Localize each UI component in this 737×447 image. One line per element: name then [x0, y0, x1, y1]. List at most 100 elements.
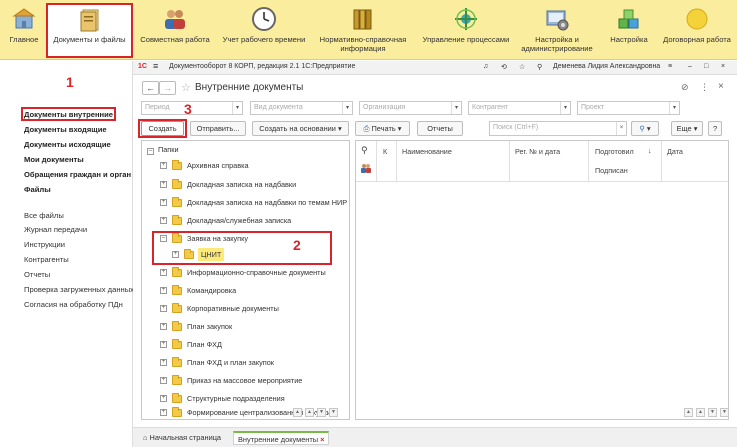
attachment-icon[interactable]: ⚲ — [361, 145, 368, 156]
tree-root-label[interactable]: Папки — [158, 144, 179, 156]
scroll-down-button[interactable]: ▼ — [708, 408, 717, 417]
sort-down-icon[interactable]: ↓ — [648, 146, 652, 155]
nav-item-outgoing-docs[interactable]: Документы исходящие — [24, 140, 111, 149]
send-button[interactable]: Отправить... — [190, 121, 246, 136]
tree-folder[interactable]: + План ФХД — [142, 339, 342, 351]
collapse-icon[interactable]: – — [160, 235, 167, 242]
contractor-field[interactable]: Контрагент ▾ — [468, 101, 571, 115]
column-header-reg[interactable]: Рег. № и дата — [515, 147, 560, 156]
organization-field[interactable]: Организация ▾ — [359, 101, 462, 115]
expand-icon[interactable]: + — [160, 217, 167, 224]
chevron-down-icon[interactable]: ▾ — [560, 102, 570, 114]
tree-folder[interactable]: + План закупок — [142, 321, 342, 333]
tree-folder[interactable]: + Командировка — [142, 285, 342, 297]
create-button[interactable]: Создать — [141, 121, 184, 136]
section-settings[interactable]: Настройка — [604, 0, 654, 60]
expand-icon[interactable]: + — [160, 287, 167, 294]
nav-item-my-docs[interactable]: Мои документы — [24, 155, 84, 164]
close-icon[interactable]: × — [320, 435, 324, 444]
menu-icon[interactable]: ≡ — [153, 61, 158, 71]
minimize-icon[interactable]: – — [688, 63, 692, 70]
nav-item-data-check[interactable]: Проверка загруженных данных — [24, 285, 134, 294]
tree-folder[interactable]: + Информационно-справочные документы — [142, 267, 342, 279]
scroll-bottom-button[interactable]: ▼ — [329, 408, 338, 417]
search-icon[interactable]: ⚲ — [537, 63, 542, 71]
column-header-name[interactable]: Наименование — [402, 147, 452, 156]
scroll-top-button[interactable]: ▲ — [684, 408, 693, 417]
clear-icon[interactable]: × — [616, 122, 626, 135]
project-field[interactable]: Проект ▾ — [577, 101, 680, 115]
doc-type-field[interactable]: Вид документа ▾ — [250, 101, 353, 115]
nav-item-all-files[interactable]: Все файлы — [24, 211, 64, 220]
tree-folder[interactable]: + План ФХД и план закупок — [142, 357, 342, 369]
column-header-prepared[interactable]: Подготовил — [595, 147, 634, 156]
collapse-icon[interactable]: – — [147, 148, 154, 155]
section-contracts[interactable]: Договорная работа — [659, 0, 735, 60]
expand-icon[interactable]: + — [160, 269, 167, 276]
section-collaboration[interactable]: Совместная работа — [137, 0, 213, 60]
section-documents-files[interactable]: Документы и файлы — [46, 3, 133, 58]
nav-item-citizen-requests[interactable]: Обращения граждан и орган — [24, 170, 131, 179]
nav-item-contractors[interactable]: Контрагенты — [24, 255, 69, 264]
tree-subfolder[interactable]: + ЦНИТ — [142, 248, 262, 261]
nav-item-reports[interactable]: Отчеты — [24, 270, 50, 279]
nav-item-internal-docs[interactable]: Документы внутренние — [24, 110, 113, 119]
tree-folder[interactable]: + Докладная/служебная записка — [142, 215, 342, 227]
tree-folder[interactable]: + Архивная справка — [142, 160, 342, 172]
expand-icon[interactable]: + — [160, 359, 167, 366]
tree-folder[interactable]: + Структурные подразделения — [142, 393, 342, 405]
tree-folder[interactable]: + Приказ на массовое мероприятие — [142, 375, 342, 387]
column-header-date[interactable]: Дата — [667, 147, 683, 156]
form-close-icon[interactable]: × — [718, 81, 724, 92]
users-icon[interactable] — [360, 163, 372, 175]
user-name[interactable]: Деменева Лидия Александровна — [553, 63, 660, 70]
tree-folder-expanded[interactable]: – Заявка на закупку — [142, 233, 292, 245]
create-based-button[interactable]: Создать на основании ▾ — [252, 121, 349, 136]
section-reference-info[interactable]: Нормативно-справочная информация — [317, 0, 409, 60]
expand-icon[interactable]: + — [160, 162, 167, 169]
print-button[interactable]: ⎙ Печать ▾ — [355, 121, 410, 136]
scroll-top-button[interactable]: ▲ — [293, 408, 302, 417]
tab-internal-docs[interactable]: Внутренние документы × — [233, 431, 330, 445]
close-icon[interactable]: × — [721, 63, 725, 70]
settings-menu-icon[interactable]: ≡ — [668, 63, 672, 70]
restore-icon[interactable]: □ — [704, 63, 708, 70]
nav-item-incoming-docs[interactable]: Документы входящие — [24, 125, 107, 134]
forward-button[interactable]: → — [159, 81, 176, 95]
history-icon[interactable]: ⟲ — [501, 63, 507, 71]
expand-icon[interactable]: + — [160, 409, 167, 416]
expand-icon[interactable]: + — [160, 305, 167, 312]
expand-icon[interactable]: + — [160, 323, 167, 330]
column-header-k[interactable]: К — [383, 147, 387, 156]
link-icon[interactable]: ⊘ — [681, 82, 689, 93]
scroll-down-button[interactable]: ▼ — [317, 408, 326, 417]
expand-icon[interactable]: + — [160, 377, 167, 384]
scroll-up-button[interactable]: ▲ — [696, 408, 705, 417]
favorite-star-icon[interactable]: ☆ — [181, 81, 191, 94]
section-time-tracking[interactable]: Учет рабочего времени — [221, 0, 307, 60]
more-vertical-icon[interactable]: ⋮ — [700, 82, 709, 93]
nav-item-transfer-log[interactable]: Журнал передачи — [24, 225, 87, 234]
expand-icon[interactable]: + — [172, 251, 179, 258]
period-field[interactable]: Период ▾ — [141, 101, 243, 115]
nav-item-instructions[interactable]: Инструкции — [24, 240, 65, 249]
tree-folder[interactable]: + Корпоративные документы — [142, 303, 342, 315]
tree-folder[interactable]: + Докладная записка на надбавки — [142, 179, 342, 191]
expand-icon[interactable]: + — [160, 181, 167, 188]
bell-icon[interactable]: ♫ — [483, 63, 488, 70]
back-button[interactable]: ← — [142, 81, 159, 95]
section-process-management[interactable]: Управление процессами — [419, 0, 513, 60]
section-main[interactable]: Главное — [2, 0, 46, 60]
chevron-down-icon[interactable]: ▾ — [451, 102, 461, 114]
more-button[interactable]: Еще ▾ — [671, 121, 703, 136]
search-input[interactable]: Поиск (Ctrl+F) × — [489, 121, 627, 136]
tab-start-page[interactable]: ⌂ Начальная страница — [139, 431, 225, 445]
chevron-down-icon[interactable]: ▾ — [342, 102, 352, 114]
section-admin[interactable]: Настройка и администрирование — [516, 0, 598, 60]
nav-item-pd-consent[interactable]: Согласия на обработку ПДн — [24, 300, 123, 309]
reports-button[interactable]: Отчеты — [417, 121, 463, 136]
nav-item-files[interactable]: Файлы — [24, 185, 51, 194]
scroll-bottom-button[interactable]: ▼ — [720, 408, 729, 417]
expand-icon[interactable]: + — [160, 341, 167, 348]
column-header-signed[interactable]: Подписан — [595, 166, 628, 175]
